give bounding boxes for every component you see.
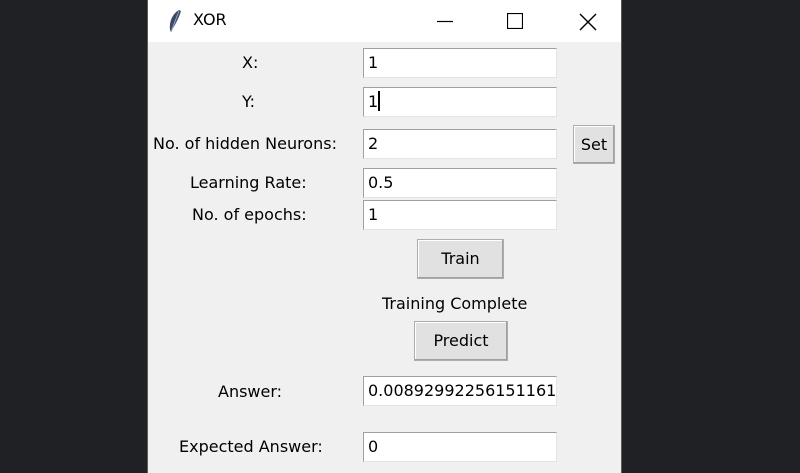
y-label: Y: — [242, 92, 256, 111]
set-button[interactable]: Set — [573, 125, 615, 164]
epochs-value: 1 — [368, 205, 379, 224]
feather-icon — [169, 10, 181, 33]
close-icon — [579, 13, 597, 31]
hidden-neurons-label: No. of hidden Neurons: — [153, 134, 337, 153]
answer-value: 0.008929922561511617 — [368, 381, 557, 400]
close-button[interactable] — [558, 0, 616, 42]
maximize-icon — [507, 13, 523, 29]
epochs-input[interactable]: 1 — [363, 200, 557, 230]
answer-output[interactable]: 0.008929922561511617 — [363, 376, 557, 406]
maximize-button[interactable] — [486, 0, 544, 42]
x-input-value: 1 — [368, 53, 379, 72]
expected-answer-input[interactable]: 0 — [363, 432, 557, 462]
train-button[interactable]: Train — [417, 239, 504, 279]
learning-rate-value: 0.5 — [368, 173, 394, 192]
minimize-button[interactable] — [416, 0, 474, 42]
learning-rate-input[interactable]: 0.5 — [363, 168, 557, 198]
learning-rate-label: Learning Rate: — [190, 173, 307, 192]
text-cursor — [378, 91, 381, 111]
title-bar[interactable]: XOR — [148, 0, 621, 42]
minimize-icon — [437, 20, 453, 23]
train-button-label: Train — [441, 249, 480, 268]
predict-button[interactable]: Predict — [414, 321, 508, 361]
expected-answer-value: 0 — [368, 437, 379, 456]
x-label: X: — [242, 53, 259, 72]
window-title: XOR — [193, 10, 227, 29]
set-button-label: Set — [580, 135, 608, 154]
x-input[interactable]: 1 — [363, 48, 557, 78]
app-window: XOR X: 1 Y: 1 No. of hidden Neurons: 2 S… — [147, 0, 622, 473]
training-status: Training Complete — [382, 294, 528, 313]
y-input[interactable]: 1 — [363, 87, 557, 117]
hidden-neurons-value: 2 — [368, 134, 379, 153]
predict-button-label: Predict — [433, 331, 489, 350]
expected-answer-label: Expected Answer: — [179, 437, 323, 456]
answer-label: Answer: — [218, 382, 283, 401]
hidden-neurons-input[interactable]: 2 — [363, 129, 557, 159]
y-input-value: 1 — [368, 92, 379, 111]
epochs-label: No. of epochs: — [192, 205, 307, 224]
